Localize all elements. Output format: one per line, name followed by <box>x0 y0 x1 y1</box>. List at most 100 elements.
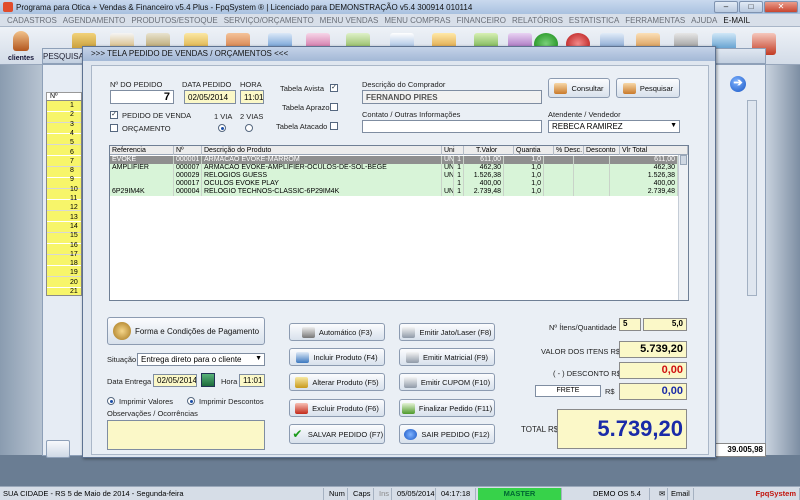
status-email[interactable]: Email <box>668 488 694 500</box>
grid-scroll-thumb[interactable] <box>680 155 687 165</box>
consultar-button[interactable]: Consultar <box>548 78 610 98</box>
grid-header-cell[interactable]: Descrição do Produto <box>202 146 442 155</box>
incluir-produto-button[interactable]: Incluir Produto (F4) <box>289 348 385 366</box>
table-cell: 000004 <box>174 188 202 196</box>
table-cell: 1 <box>454 164 464 172</box>
emitir-matricial-button[interactable]: Emitir Matricial (F9) <box>399 348 495 366</box>
atendente-label: Atendente / Vendedor <box>548 110 621 119</box>
grid-header-cell[interactable]: Vlr Total <box>620 146 688 155</box>
pesquisa-scrollbar[interactable] <box>747 100 757 296</box>
grid-scrollbar[interactable] <box>678 155 688 300</box>
table-cell: AMPLIFIER <box>110 164 174 172</box>
salvar-pedido-button[interactable]: ✔ SALVAR PEDIDO (F7) <box>289 424 385 444</box>
pesquisa-row-number: 5 <box>70 139 74 147</box>
app-title: Programa para Otica + Vendas & Financeir… <box>16 2 473 12</box>
consultar-label: Consultar <box>571 83 604 93</box>
table-cell: EVOKE <box>110 156 174 164</box>
comprador-field[interactable]: FERNANDO PIRES <box>362 90 542 104</box>
menu-cadastros[interactable]: CADASTROS <box>4 16 60 25</box>
clientes-button[interactable]: clientes <box>4 30 38 62</box>
observacoes-field[interactable] <box>107 420 265 450</box>
frete-label: FRETE <box>535 385 601 397</box>
forma-pagamento-button[interactable]: Forma e Condições de Pagamento <box>107 317 265 345</box>
pesquisa-row-number: 16 <box>70 241 78 249</box>
menu-ajuda[interactable]: AJUDA <box>688 16 720 25</box>
imprimir-descontos-radio[interactable] <box>187 397 195 405</box>
table-cell <box>544 156 574 164</box>
menu-produtos[interactable]: PRODUTOS/ESTOQUE <box>128 16 220 25</box>
table-cell: ARMACAO EVOKE-AMPLIFIER-OCULOS-DE-SOL-BE… <box>202 164 442 172</box>
menu-relatorios[interactable]: RELATÓRIOS <box>509 16 566 25</box>
via1-radio[interactable] <box>218 124 226 132</box>
pesquisar-button[interactable]: Pesquisar <box>616 78 680 98</box>
table-row[interactable]: EVOKE000001ARMACAO EVOKE-MARROMUNI1611,0… <box>110 156 678 164</box>
grid-header-cell[interactable]: Quantia <box>514 146 554 155</box>
menu-agendamento[interactable]: AGENDAMENTO <box>60 16 129 25</box>
next-arrow-icon[interactable]: ➔ <box>730 76 746 92</box>
chevron-down-icon: ▼ <box>670 122 677 129</box>
maximize-button[interactable]: □ <box>739 1 763 13</box>
table-row[interactable]: AMPLIFIER 000007 ARMACAO EVOKE-AMPLIFIER-O… <box>110 164 678 172</box>
menu-estatistica[interactable]: ESTATISTICA <box>566 16 622 25</box>
close-button[interactable]: ✕ <box>764 1 798 13</box>
data-pedido-field[interactable]: 02/05/2014 <box>184 90 236 104</box>
dialog-title: >>> TELA PEDIDO DE VENDAS / ORÇAMENTOS <… <box>83 47 715 61</box>
automatico-button[interactable]: Automático (F3) <box>289 323 385 341</box>
emitir-cupom-label: Emitir CUPOM (F10) <box>420 377 491 387</box>
minimize-button[interactable]: – <box>714 1 738 13</box>
table-cell: 1 <box>454 156 464 164</box>
calendar-icon[interactable] <box>201 373 215 387</box>
pesquisa-row-number: 3 <box>70 120 74 128</box>
grid-header-cell[interactable]: % Desc. <box>554 146 584 155</box>
numero-pedido-field[interactable]: 7 <box>110 90 174 104</box>
grid-header-cell[interactable]: T.Valor <box>474 146 514 155</box>
table-cell <box>110 180 174 188</box>
sair-pedido-button[interactable]: SAIR PEDIDO (F12) <box>399 424 495 444</box>
data-entrega-field[interactable]: 02/05/2014 <box>153 374 197 387</box>
imprimir-valores-radio[interactable] <box>107 397 115 405</box>
menu-vendas[interactable]: MENU VENDAS <box>317 16 382 25</box>
table-cell: 462,30 <box>610 164 678 172</box>
table-row[interactable]: 000017 OCULOS EVOKE PLAY 1 400,00 1,0 400,00 <box>110 180 678 188</box>
table-cell: 2.739,48 <box>464 188 504 196</box>
excluir-produto-button[interactable]: Excluir Produto (F6) <box>289 399 385 417</box>
menu-financeiro[interactable]: FINANCEIRO <box>454 16 509 25</box>
pesquisa-action-button[interactable] <box>46 440 70 458</box>
finalizar-pedido-button[interactable]: Finalizar Pedido (F11) <box>399 399 495 417</box>
grid-header-cell[interactable]: Desconto <box>584 146 620 155</box>
emitir-cupom-button[interactable]: Emitir CUPOM (F10) <box>399 373 495 391</box>
frete-value[interactable]: 0,00 <box>619 383 687 400</box>
menu-servico[interactable]: SERVIÇO/ORÇAMENTO <box>221 16 317 25</box>
table-cell <box>574 180 610 188</box>
hora-field[interactable]: 11:01 <box>240 90 264 104</box>
clientes-icon <box>13 31 29 51</box>
status-demo: DEMO OS 5.4 <box>590 488 650 500</box>
grid-header-cell[interactable]: Uni <box>442 146 464 155</box>
alterar-produto-button[interactable]: Alterar Produto (F5) <box>289 373 385 391</box>
status-email-icon[interactable]: ✉ <box>656 488 668 500</box>
hora-entrega-field[interactable]: 11:01 <box>239 374 265 387</box>
frete-currency: R$ <box>605 387 615 396</box>
menu-ferramentas[interactable]: FERRAMENTAS <box>622 16 688 25</box>
tabela-aprazo-checkbox[interactable] <box>330 103 338 111</box>
orcamento-checkbox[interactable] <box>110 124 118 132</box>
table-cell: 2.739,48 <box>610 188 678 196</box>
menu-email[interactable]: E-MAIL <box>720 16 753 25</box>
tabela-atacado-checkbox[interactable] <box>330 122 338 130</box>
table-cell: 1,0 <box>504 188 544 196</box>
contato-field[interactable] <box>362 120 542 133</box>
grid-header-cell[interactable]: Referencia <box>110 146 174 155</box>
desconto-value[interactable]: 0,00 <box>619 362 687 379</box>
table-row[interactable]: 6P29IM4K 000004 RELOGIO TECHNOS-CLASSIC-6P… <box>110 188 678 196</box>
table-row[interactable]: 000029RELOGIOS GUESSUNI11.526,381,01.526… <box>110 172 678 180</box>
via2-radio[interactable] <box>245 124 253 132</box>
grid-header-cell[interactable]: Nº <box>174 146 202 155</box>
itens-grid[interactable]: Referencia Nº Descrição do Produto Uni T.Val… <box>109 145 689 301</box>
emitir-jato-button[interactable]: Emitir Jato/Laser (F8) <box>399 323 495 341</box>
tabela-avista-checkbox[interactable]: ✓ <box>330 84 338 92</box>
menu-compras[interactable]: MENU COMPRAS <box>381 16 453 25</box>
pedido-venda-checkbox[interactable]: ✓ <box>110 111 118 119</box>
table-cell: 1,0 <box>504 156 544 164</box>
atendente-select[interactable]: REBECA RAMIREZ ▼ <box>548 120 680 133</box>
situacao-select[interactable]: Entrega direto para o cliente ▼ <box>137 353 265 366</box>
